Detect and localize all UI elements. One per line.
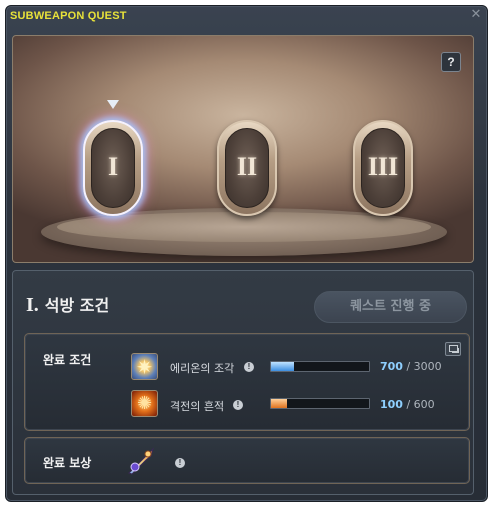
phase-heading: I. 석방 조건: [26, 292, 109, 317]
stage-numeral: II: [236, 152, 258, 181]
count-total: / 3000: [406, 360, 442, 373]
stage-scene: ? I II III: [12, 35, 474, 263]
count-current: 100: [380, 398, 403, 411]
item-name-fragment: 에리온의 조각: [170, 362, 235, 375]
info-icon[interactable]: !: [233, 400, 243, 410]
count-total: / 600: [406, 398, 435, 411]
info-icon[interactable]: !: [175, 458, 185, 468]
selected-marker-icon: [107, 100, 119, 109]
stage-stone-3[interactable]: III: [353, 120, 413, 216]
count-current: 700: [380, 360, 403, 373]
progress-fill: [271, 399, 288, 408]
help-button[interactable]: ?: [441, 52, 461, 72]
quest-status-button[interactable]: 퀘스트 진행 중: [314, 291, 467, 323]
fragment-icon[interactable]: [131, 353, 158, 380]
reward-label: 완료 보상: [43, 456, 92, 470]
count-battle: 100 / 600: [380, 398, 435, 411]
completion-label: 완료 조건: [43, 353, 92, 367]
stone-platform-top: [57, 212, 431, 242]
progress-bar-battle: [270, 398, 370, 409]
completion-conditions-box: 완료 조건: [24, 333, 470, 431]
completion-reward-box: 완료 보상: [24, 437, 470, 484]
stage-numeral: I: [107, 152, 119, 181]
subweapon-icon[interactable]: [124, 444, 158, 478]
progress-bar-fragment: [270, 361, 370, 372]
progress-fill: [271, 362, 294, 371]
copy-icon[interactable]: [445, 342, 461, 356]
phase-numeral: I.: [26, 294, 39, 316]
count-fragment: 700 / 3000: [380, 360, 442, 373]
phase-title: 석방 조건: [44, 296, 110, 315]
item-name-battle: 격전의 흔적: [170, 400, 225, 413]
close-icon[interactable]: ✕: [469, 8, 483, 22]
battle-trace-icon[interactable]: [131, 390, 158, 417]
stage-stone-2[interactable]: II: [217, 120, 277, 216]
info-icon[interactable]: !: [244, 362, 254, 372]
window-title: SUBWEAPON QUEST: [10, 10, 127, 22]
stage-numeral: III: [367, 152, 399, 181]
stage-stone-1[interactable]: I: [83, 120, 143, 216]
